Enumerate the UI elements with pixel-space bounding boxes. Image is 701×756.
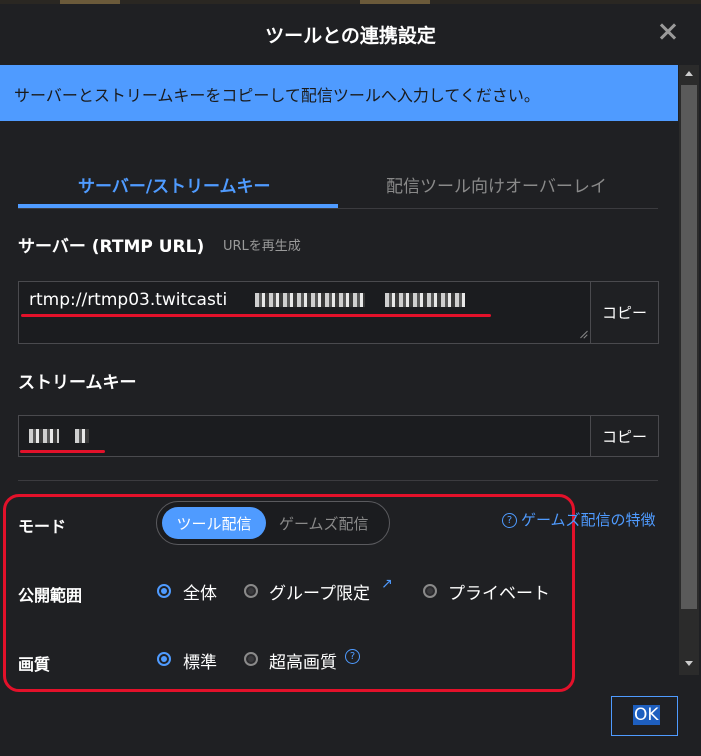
help-circle-icon: ? xyxy=(502,513,517,528)
help-circle-icon[interactable]: ? xyxy=(345,646,364,665)
close-icon[interactable] xyxy=(656,20,680,44)
stream-key-label: ストリームキー xyxy=(18,373,137,393)
dialog-header: ツールとの連携設定 xyxy=(0,4,701,60)
server-label: サーバー (RTMP URL) xyxy=(18,237,205,257)
annotation-underline xyxy=(20,450,105,453)
vertical-scrollbar[interactable] xyxy=(679,65,699,675)
mode-option-tool[interactable]: ツール配信 xyxy=(162,507,266,539)
tab-bar: サーバー/ストリームキー 配信ツール向けオーバーレイ xyxy=(18,160,658,209)
quality-high-label[interactable]: 超高画質 xyxy=(269,648,337,673)
games-features-link-text: ゲームズ配信の特徴 xyxy=(521,511,656,529)
scroll-down-icon[interactable] xyxy=(685,661,693,666)
redacted-text xyxy=(75,429,89,443)
visibility-private-label[interactable]: プライベート xyxy=(448,579,550,604)
redacted-text xyxy=(29,429,59,443)
regenerate-url-link[interactable]: URLを再生成 xyxy=(223,235,301,254)
quality-label: 画質 xyxy=(18,655,51,674)
scroll-up-icon[interactable] xyxy=(685,71,693,76)
server-url-field[interactable]: rtmp://rtmp03.twitcasti xyxy=(18,281,592,344)
redacted-text xyxy=(255,293,365,307)
help-circle-icon: ? xyxy=(345,649,360,664)
ok-button[interactable]: OK xyxy=(611,696,678,736)
radio-quality-standard[interactable] xyxy=(157,652,171,666)
banner-text: サーバーとストリームキーをコピーして配信ツールへ入力してください。 xyxy=(14,86,540,105)
visibility-label: 公開範囲 xyxy=(18,586,83,605)
scrollbar-thumb[interactable] xyxy=(681,85,697,609)
server-url-value: rtmp://rtmp03.twitcasti xyxy=(29,290,228,310)
tab-server-stream-key[interactable]: サーバー/ストリームキー xyxy=(78,172,271,197)
active-tab-indicator xyxy=(18,204,338,208)
mode-label: モード xyxy=(18,517,67,536)
copy-server-button[interactable]: コピー xyxy=(590,281,659,344)
radio-visibility-group[interactable] xyxy=(244,584,258,598)
external-link-icon[interactable]: ↗ xyxy=(381,576,393,592)
radio-visibility-private[interactable] xyxy=(423,584,437,598)
mode-option-games[interactable]: ゲームズ配信 xyxy=(279,513,369,534)
visibility-all-label[interactable]: 全体 xyxy=(183,579,217,604)
section-divider xyxy=(18,480,658,481)
dialog-title: ツールとの連携設定 xyxy=(265,25,436,47)
redacted-text xyxy=(385,293,465,307)
radio-visibility-all[interactable] xyxy=(157,584,171,598)
mode-toggle[interactable]: ツール配信 ゲームズ配信 xyxy=(156,501,390,545)
quality-standard-label[interactable]: 標準 xyxy=(183,648,217,673)
tab-overlay[interactable]: 配信ツール向けオーバーレイ xyxy=(386,172,607,197)
games-features-link[interactable]: ? ゲームズ配信の特徴 xyxy=(502,509,656,530)
annotation-underline xyxy=(21,314,491,317)
radio-quality-high[interactable] xyxy=(244,652,258,666)
visibility-group-label[interactable]: グループ限定 xyxy=(269,579,370,604)
copy-stream-key-button[interactable]: コピー xyxy=(590,415,659,457)
resize-handle-icon[interactable] xyxy=(579,330,587,338)
info-banner: サーバーとストリームキーをコピーして配信ツールへ入力してください。 xyxy=(0,65,678,121)
